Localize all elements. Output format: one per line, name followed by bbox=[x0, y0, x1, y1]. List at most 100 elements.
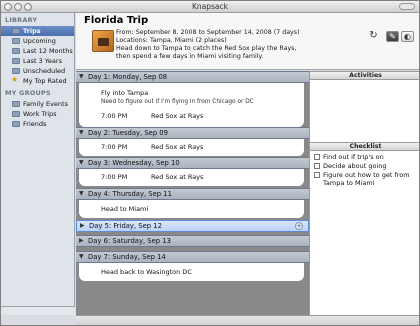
event-game[interactable]: Red Sox at Rays bbox=[151, 112, 203, 120]
trip-description-line1: Head down to Tampa to catch the Red Sox … bbox=[116, 45, 297, 52]
star-icon: ★ bbox=[11, 76, 19, 84]
event-time: 7:00 PM bbox=[101, 143, 128, 151]
sidebar-bottom-bar bbox=[1, 306, 75, 315]
checklist-text-line2: Tampa to Miami bbox=[323, 179, 375, 187]
disclosure-triangle-icon[interactable]: ▼ bbox=[79, 189, 84, 199]
day-header[interactable]: ▼ Day 4: Thursday, Sep 11 bbox=[76, 188, 309, 200]
groups-header: MY GROUPS bbox=[5, 89, 51, 97]
day-label: Day 4: Thursday, Sep 11 bbox=[88, 190, 172, 198]
day-label: Day 2: Tuesday, Sep 09 bbox=[88, 129, 168, 137]
right-panel: Activities Checklist Find out if trip's … bbox=[309, 71, 419, 315]
checklist-item[interactable]: Figure out how to get from Tampa to Miami bbox=[314, 171, 417, 187]
sidebar-item-work-trips[interactable]: Work Trips bbox=[1, 109, 74, 119]
disclosure-triangle-icon[interactable]: ▼ bbox=[79, 128, 84, 138]
window-controls bbox=[4, 3, 32, 11]
disclosure-triangle-icon[interactable]: ▶ bbox=[80, 221, 85, 231]
folder-icon bbox=[12, 111, 20, 117]
day-header[interactable]: ▼ Day 1: Monday, Sep 08 bbox=[76, 71, 309, 83]
folder-icon bbox=[12, 58, 20, 64]
folder-icon bbox=[12, 101, 20, 107]
pencil-icon[interactable]: ✎ bbox=[386, 31, 399, 42]
sidebar-item-label: My Top Rated bbox=[23, 77, 67, 85]
trip-locations: Locations: Tampa, Miami (2 places) bbox=[116, 37, 227, 44]
checklist-text: Find out if trip's on bbox=[323, 153, 384, 161]
sidebar-item-label: Last 3 Years bbox=[23, 57, 62, 65]
trip-photo[interactable] bbox=[92, 30, 114, 52]
day-header[interactable]: ▼ Day 2: Tuesday, Sep 09 bbox=[76, 127, 309, 139]
day-label: Day 6: Saturday, Sep 13 bbox=[88, 237, 171, 245]
sidebar-item-my-top-rated[interactable]: ★ My Top Rated bbox=[1, 76, 74, 86]
event-note: Need to figure out if I'm flying in from… bbox=[101, 99, 254, 105]
trip-dates: From: September 8, 2008 to September 14,… bbox=[116, 29, 300, 36]
sidebar-item-upcoming[interactable]: Upcoming bbox=[1, 36, 74, 46]
folder-icon bbox=[12, 38, 20, 44]
window-title: Knapsack bbox=[192, 2, 228, 11]
folder-icon bbox=[12, 121, 20, 127]
disclosure-triangle-icon[interactable]: ▼ bbox=[79, 158, 84, 168]
day-label: Day 3: Wednesday, Sep 10 bbox=[88, 159, 180, 167]
sidebar-item-family-events[interactable]: Family Events bbox=[1, 99, 74, 109]
day-card: Fly into Tampa Need to figure out if I'm… bbox=[79, 83, 304, 127]
day-card: Head back to Wasington DC bbox=[79, 263, 304, 281]
library-header: LIBRARY bbox=[5, 16, 38, 24]
checkbox[interactable] bbox=[314, 172, 320, 178]
title-bar: Knapsack bbox=[1, 1, 419, 13]
day-header-selected[interactable]: ▶ Day 5: Friday, Sep 12 + bbox=[76, 220, 309, 232]
checklist-text: Figure out how to get from bbox=[323, 171, 410, 179]
checklist-header: Checklist bbox=[310, 142, 419, 151]
sidebar-item-label: Friends bbox=[23, 120, 47, 128]
checklist-item[interactable]: Find out if trip's on bbox=[314, 153, 417, 161]
disclosure-triangle-icon[interactable]: ▼ bbox=[79, 252, 84, 262]
day-header[interactable]: ▼ Day 3: Wednesday, Sep 10 bbox=[76, 157, 309, 169]
folder-icon bbox=[12, 48, 20, 54]
sidebar-item-friends[interactable]: Friends bbox=[1, 119, 74, 129]
close-button[interactable] bbox=[4, 3, 12, 11]
sidebar-item-label: Family Events bbox=[23, 100, 68, 108]
sidebar-item-label: Trips bbox=[23, 27, 41, 35]
day-header[interactable]: ▼ Day 7: Sunday, Sep 14 bbox=[76, 251, 309, 263]
sidebar-item-label: Work Trips bbox=[23, 110, 57, 118]
event-game[interactable]: Red Sox at Rays bbox=[151, 173, 203, 181]
sidebar-item-label: Last 12 Months bbox=[23, 47, 73, 55]
event-title[interactable]: Head to Miami bbox=[101, 205, 148, 213]
sidebar-item-trips[interactable]: Trips bbox=[1, 26, 74, 36]
sidebar-item-last-12-months[interactable]: Last 12 Months bbox=[1, 46, 74, 56]
event-time: 7:00 PM bbox=[101, 112, 128, 120]
view-icon[interactable]: ◐ bbox=[401, 31, 414, 42]
minimize-button[interactable] bbox=[14, 3, 22, 11]
day-label: Day 1: Monday, Sep 08 bbox=[88, 73, 168, 81]
trips-icon bbox=[12, 28, 20, 34]
sidebar-item-label: Unscheduled bbox=[23, 67, 66, 75]
refresh-icon[interactable]: ↻ bbox=[367, 31, 380, 42]
day-card: Head to Miami bbox=[79, 200, 304, 218]
trip-description-line2: then spend a few days in Miami visiting … bbox=[116, 53, 264, 60]
disclosure-triangle-icon[interactable]: ▶ bbox=[79, 236, 84, 246]
sidebar: LIBRARY Trips Upcoming Last 12 Months La… bbox=[1, 13, 75, 315]
status-bar bbox=[76, 315, 419, 325]
folder-icon bbox=[12, 68, 20, 74]
checkbox[interactable] bbox=[314, 154, 320, 160]
event-time: 7:00 PM bbox=[101, 173, 128, 181]
sidebar-item-unscheduled[interactable]: Unscheduled bbox=[1, 66, 74, 76]
app-window: Knapsack LIBRARY Trips Upcoming Last 12 … bbox=[0, 0, 420, 326]
day-card: 7:00 PM Red Sox at Rays bbox=[79, 139, 304, 156]
trip-title: Florida Trip bbox=[84, 15, 149, 26]
event-game[interactable]: Red Sox at Rays bbox=[151, 143, 203, 151]
trip-header: Florida Trip From: September 8, 2008 to … bbox=[76, 13, 419, 70]
add-event-icon[interactable]: + bbox=[295, 222, 303, 230]
day-timeline[interactable]: ▼ Day 1: Monday, Sep 08 Fly into Tampa Ne… bbox=[76, 71, 309, 315]
sidebar-item-label: Upcoming bbox=[23, 37, 56, 45]
day-header[interactable]: ▶ Day 6: Saturday, Sep 13 bbox=[76, 235, 309, 247]
toolbar-toggle-button[interactable] bbox=[399, 3, 415, 10]
checklist-item[interactable]: Decide about going bbox=[314, 162, 417, 170]
activities-header: Activities bbox=[310, 71, 419, 80]
sidebar-item-last-3-years[interactable]: Last 3 Years bbox=[1, 56, 74, 66]
zoom-button[interactable] bbox=[24, 3, 32, 11]
event-title[interactable]: Head back to Wasington DC bbox=[101, 268, 192, 276]
checklist-text: Decide about going bbox=[323, 162, 387, 170]
disclosure-triangle-icon[interactable]: ▼ bbox=[79, 72, 84, 82]
day-card: 7:00 PM Red Sox at Rays bbox=[79, 169, 304, 186]
checkbox[interactable] bbox=[314, 163, 320, 169]
event-title[interactable]: Fly into Tampa bbox=[101, 89, 148, 97]
day-label: Day 5: Friday, Sep 12 bbox=[89, 222, 162, 230]
